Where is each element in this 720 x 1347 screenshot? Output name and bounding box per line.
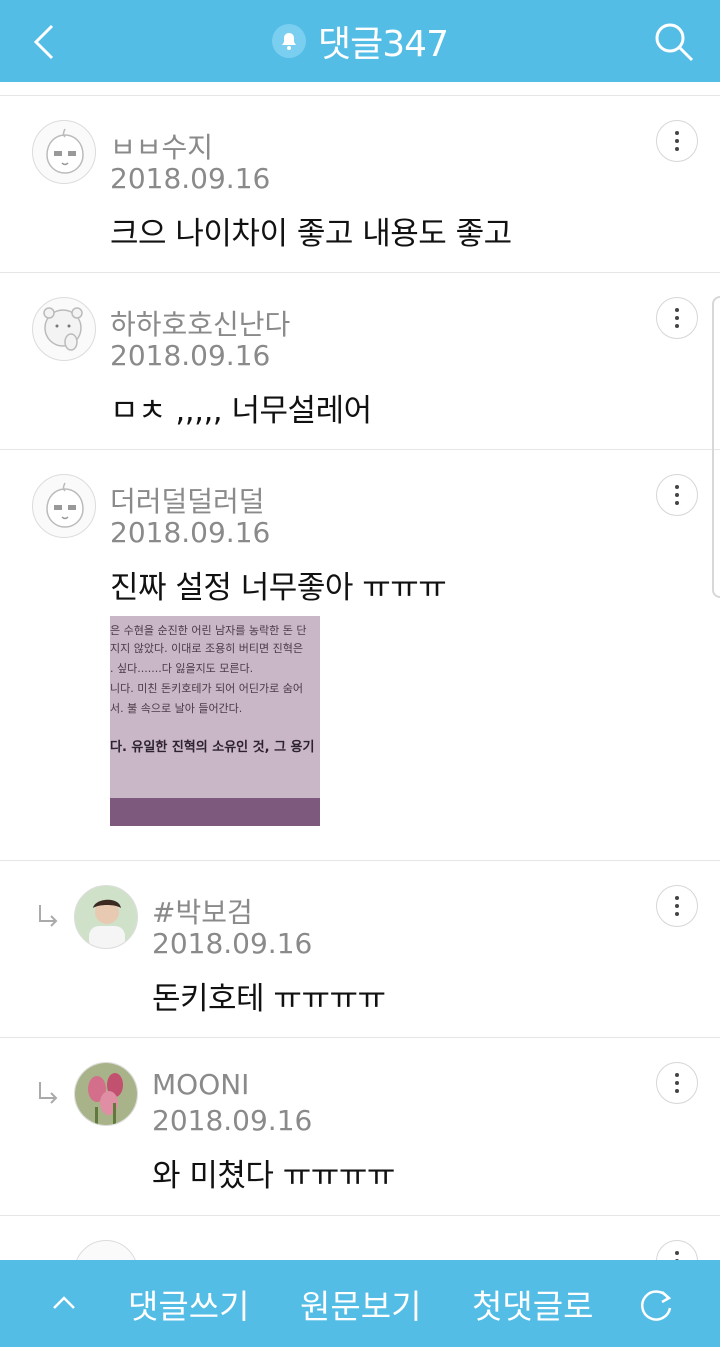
write-comment-button[interactable]: 댓글쓰기 xyxy=(128,1260,249,1347)
image-text-line: 지지 않았다. 이대로 조용히 버티면 진혁은 xyxy=(110,642,304,655)
comment-author: 하하호호신난다 xyxy=(110,308,291,341)
more-options-icon[interactable] xyxy=(656,885,698,927)
first-comment-button[interactable]: 첫댓글로 xyxy=(472,1260,593,1347)
view-original-button[interactable]: 원문보기 xyxy=(300,1260,421,1347)
top-bar: 댓글347 xyxy=(0,0,720,82)
avatar xyxy=(74,1062,138,1126)
comment-text: ㅁㅊ ,,,,, 너무설레어 xyxy=(110,393,372,429)
search-icon[interactable] xyxy=(652,20,696,64)
more-options-icon[interactable] xyxy=(656,297,698,339)
more-options-icon[interactable] xyxy=(656,120,698,162)
comment-item: 더러덜덜러덜 2018.09.16 진짜 설정 너무좋아 ㅠㅠㅠ xyxy=(0,450,720,860)
comment-author: 더러덜덜러덜 xyxy=(110,485,265,518)
comment-date: 2018.09.16 xyxy=(110,162,271,195)
image-text-line: 서. 불 속으로 날아 들어간다. xyxy=(110,702,243,715)
image-text-line: 은 수현을 순진한 어린 남자를 농락한 돈 단 xyxy=(110,624,307,637)
page-title: 댓글347 xyxy=(318,24,449,65)
more-options-icon[interactable] xyxy=(656,1240,698,1260)
avatar xyxy=(74,885,138,949)
avatar xyxy=(32,297,96,361)
comment-text: 진짜 설정 너무좋아 ㅠㅠㅠ xyxy=(110,570,447,606)
image-text-line: . 싶다.......다 잃을지도 모른다. xyxy=(110,662,254,675)
comment-text: 돈키호테 ㅠㅠㅠㅠ xyxy=(152,981,386,1017)
reply-item xyxy=(0,1216,720,1260)
reply-item: MOONI 2018.09.16 와 미쳤다 ㅠㅠㅠㅠ xyxy=(0,1038,720,1214)
image-text-line: 다. 유일한 진혁의 소유인 것, 그 용기 xyxy=(110,740,315,755)
image-band xyxy=(110,798,320,826)
comment-date: 2018.09.16 xyxy=(152,1104,313,1137)
comment-date: 2018.09.16 xyxy=(110,339,271,372)
bell-icon[interactable] xyxy=(272,24,307,58)
reply-arrow-icon xyxy=(39,905,58,927)
bottom-bar: 댓글쓰기 원문보기 첫댓글로 xyxy=(0,1260,720,1347)
reply-item: #박보검 2018.09.16 돈키호테 ㅠㅠㅠㅠ xyxy=(0,861,720,1037)
refresh-icon[interactable] xyxy=(636,1284,676,1324)
comment-item: 하하호호신난다 2018.09.16 ㅁㅊ ,,,,, 너무설레어 xyxy=(0,273,720,449)
more-options-icon[interactable] xyxy=(656,1062,698,1104)
comment-author: #박보검 xyxy=(152,896,253,929)
comment-image[interactable]: 은 수현을 순진한 어린 남자를 농락한 돈 단 지지 않았다. 이대로 조용히… xyxy=(110,616,320,826)
image-text-line: 니다. 미친 돈키호테가 되어 어딘가로 숨어 xyxy=(110,682,304,695)
more-options-icon[interactable] xyxy=(656,474,698,516)
comment-text: 크으 나이차이 좋고 내용도 좋고 xyxy=(110,216,512,252)
comment-text: 와 미쳤다 ㅠㅠㅠㅠ xyxy=(152,1158,395,1194)
reply-arrow-icon xyxy=(39,1082,58,1104)
avatar xyxy=(32,120,96,184)
comment-author: ㅂㅂ수지 xyxy=(110,131,214,164)
title-wrap: 댓글347 xyxy=(0,0,720,82)
scroll-edge[interactable] xyxy=(712,296,720,598)
comment-item: ㅂㅂ수지 2018.09.16 크으 나이차이 좋고 내용도 좋고 xyxy=(0,96,720,272)
avatar xyxy=(74,1240,138,1260)
comment-author: MOONI xyxy=(152,1068,250,1101)
avatar xyxy=(32,474,96,538)
chevron-up-icon[interactable] xyxy=(50,1288,78,1316)
comment-date: 2018.09.16 xyxy=(152,927,313,960)
comment-date: 2018.09.16 xyxy=(110,516,271,549)
